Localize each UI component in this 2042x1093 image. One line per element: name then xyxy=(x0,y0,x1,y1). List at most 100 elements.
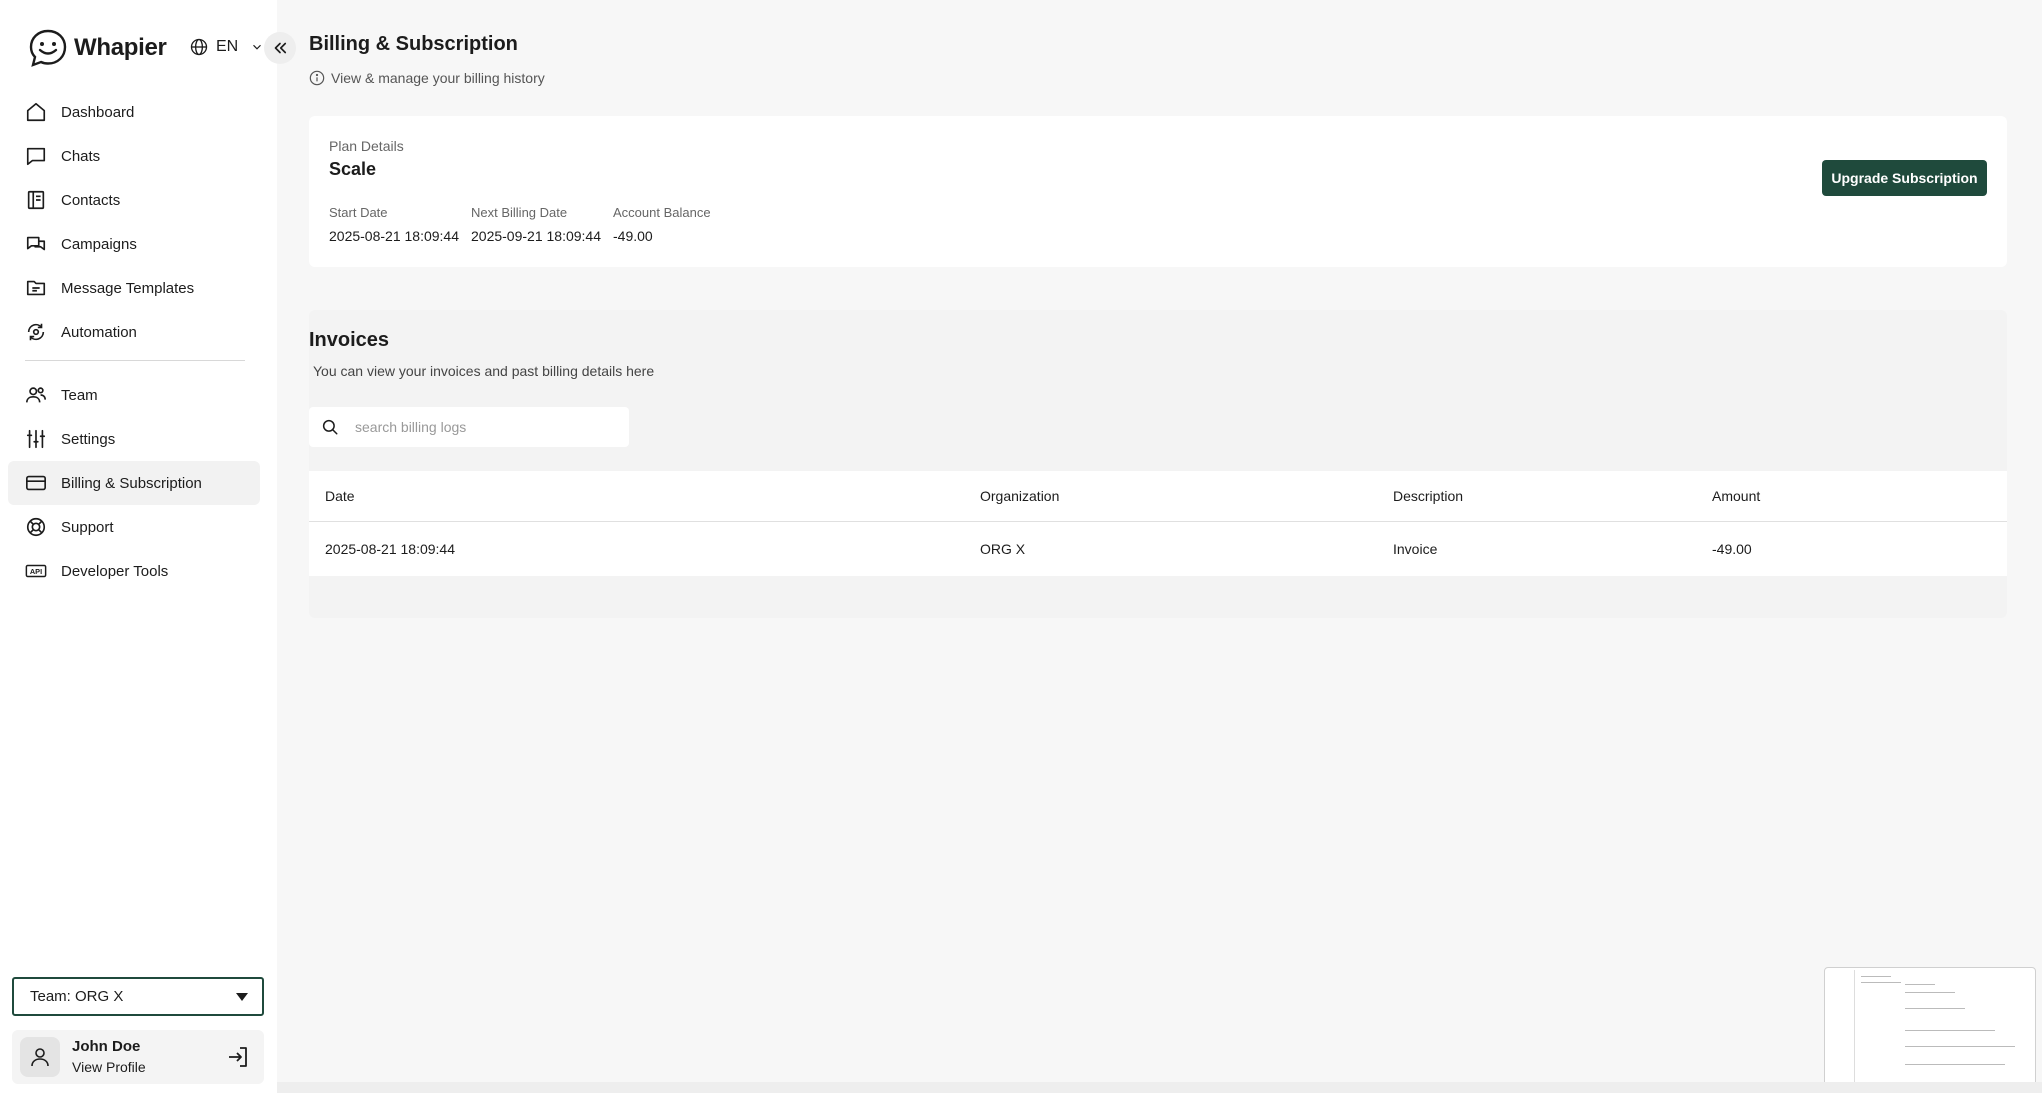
billing-search[interactable] xyxy=(309,407,629,447)
credit-card-icon xyxy=(26,475,46,491)
field-value: 2025-09-21 18:09:44 xyxy=(471,228,601,244)
minimap-sidebar xyxy=(1827,970,1855,1084)
plan-account-balance: Account Balance -49.00 xyxy=(613,204,711,245)
sidebar-item-dashboard[interactable]: Dashboard xyxy=(8,90,260,134)
user-icon xyxy=(31,1048,49,1067)
sidebar-item-label: Automation xyxy=(61,323,137,341)
field-value: 2025-08-21 18:09:44 xyxy=(329,228,459,244)
sidebar-item-settings[interactable]: Settings xyxy=(8,417,260,461)
sliders-icon xyxy=(26,429,46,449)
svg-text:API: API xyxy=(30,567,42,576)
sidebar-item-contacts[interactable]: Contacts xyxy=(8,178,260,222)
sidebar-item-label: Support xyxy=(61,518,114,536)
sidebar-item-label: Message Templates xyxy=(61,279,195,297)
plan-details-label: Plan Details xyxy=(329,138,404,154)
invoices-subtitle: You can view your invoices and past bill… xyxy=(313,363,655,379)
invoices-section: Invoices You can view your invoices and … xyxy=(309,310,2007,618)
minimap-line xyxy=(1905,984,1935,985)
page-title: Billing & Subscription xyxy=(309,33,518,55)
plan-next-billing-date: Next Billing Date 2025-09-21 18:09:44 xyxy=(471,204,601,245)
table-row[interactable]: 2025-08-21 18:09:44 ORG X Invoice -49.00 xyxy=(309,523,2007,575)
sidebar-item-campaigns[interactable]: Campaigns xyxy=(8,222,260,266)
plan-fields: Start Date 2025-08-21 18:09:44 Next Bill… xyxy=(329,204,723,245)
column-header-description[interactable]: Description xyxy=(1393,488,1463,504)
team-select-value: Team: ORG X xyxy=(30,988,124,1005)
automation-icon xyxy=(27,323,45,341)
home-icon xyxy=(26,102,46,122)
field-label: Account Balance xyxy=(613,205,711,220)
plan-start-date: Start Date 2025-08-21 18:09:44 xyxy=(329,204,459,245)
sidebar-item-label: Settings xyxy=(61,430,116,448)
sidebar-item-label: Team xyxy=(61,386,98,404)
minimap-line xyxy=(1905,1008,1965,1009)
info-icon xyxy=(309,70,325,86)
app-name: Whapier xyxy=(74,34,167,61)
user-name: John Doe xyxy=(72,1038,141,1055)
collapse-sidebar-button[interactable] xyxy=(264,32,296,64)
sidebar-item-label: Billing & Subscription xyxy=(61,474,202,492)
sidebar-divider xyxy=(25,360,245,361)
invoices-table: Date Organization Description Amount 202… xyxy=(309,471,2007,576)
plan-name: Scale xyxy=(329,159,377,179)
minimap-line xyxy=(1861,976,1891,977)
sidebar-item-label: Dashboard xyxy=(61,103,135,121)
api-icon: API xyxy=(25,564,47,578)
sidebar-item-label: Developer Tools xyxy=(61,562,169,580)
campaigns-icon xyxy=(26,236,46,251)
template-icon xyxy=(26,280,46,296)
page-minimap[interactable] xyxy=(1824,967,2036,1087)
search-icon xyxy=(322,419,338,435)
cell-date: 2025-08-21 18:09:44 xyxy=(325,541,455,557)
sidebar: Whapier EN Dashboard Chats Contacts Camp… xyxy=(0,0,277,1093)
page-subtitle-text: View & manage your billing history xyxy=(331,70,545,86)
plan-details-card: Plan Details Scale Start Date 2025-08-21… xyxy=(309,116,2007,267)
sidebar-item-chats[interactable]: Chats xyxy=(8,134,260,178)
sidebar-item-automation[interactable]: Automation xyxy=(8,310,260,354)
sidebar-item-team[interactable]: Team xyxy=(8,373,260,417)
cell-organization: ORG X xyxy=(980,541,1026,557)
cell-description: Invoice xyxy=(1393,541,1438,557)
avatar xyxy=(20,1037,60,1077)
smiley-chat-icon xyxy=(29,29,67,67)
chevron-down-icon xyxy=(253,44,262,50)
view-profile-link[interactable]: View Profile xyxy=(72,1057,226,1077)
user-profile[interactable]: John Doe View Profile xyxy=(12,1030,264,1084)
team-icon xyxy=(26,387,46,403)
logout-icon[interactable] xyxy=(226,1045,250,1069)
upgrade-subscription-button[interactable]: Upgrade Subscription xyxy=(1822,160,1987,196)
sidebar-item-billing[interactable]: Billing & Subscription xyxy=(8,461,260,505)
page-subtitle: View & manage your billing history xyxy=(309,70,545,86)
field-label: Start Date xyxy=(329,205,388,220)
field-value: -49.00 xyxy=(613,228,653,244)
column-header-organization[interactable]: Organization xyxy=(980,488,1059,504)
sidebar-nav: Dashboard Chats Contacts Campaigns Messa… xyxy=(8,90,260,593)
team-select[interactable]: Team: ORG X xyxy=(12,977,264,1016)
billing-search-input[interactable] xyxy=(355,419,605,435)
double-chevron-left-icon xyxy=(274,42,287,54)
lifebuoy-icon xyxy=(26,517,46,537)
sidebar-item-label: Campaigns xyxy=(61,235,137,253)
sidebar-item-label: Contacts xyxy=(61,191,121,209)
minimap-line xyxy=(1861,982,1901,983)
column-header-date[interactable]: Date xyxy=(325,488,355,504)
invoices-title: Invoices xyxy=(309,329,390,351)
minimap-line xyxy=(1905,1046,2015,1047)
field-label: Next Billing Date xyxy=(471,205,568,220)
app-logo[interactable]: Whapier xyxy=(28,28,167,68)
language-label: EN xyxy=(216,38,239,55)
language-selector[interactable]: EN xyxy=(190,38,264,56)
sidebar-item-support[interactable]: Support xyxy=(8,505,260,549)
minimap-line xyxy=(1905,992,1955,993)
sidebar-item-message-templates[interactable]: Message Templates xyxy=(8,266,260,310)
minimap-line xyxy=(1905,1030,1995,1031)
horizontal-scrollbar[interactable] xyxy=(277,1082,2042,1093)
caret-down-icon xyxy=(236,992,248,1001)
table-header: Date Organization Description Amount xyxy=(309,471,2007,522)
sidebar-item-developer-tools[interactable]: API Developer Tools xyxy=(8,549,260,593)
column-header-amount[interactable]: Amount xyxy=(1712,488,1760,504)
cell-amount: -49.00 xyxy=(1712,541,1752,557)
minimap-line xyxy=(1905,1064,2005,1065)
contacts-book-icon xyxy=(27,190,45,210)
chat-bubble-icon xyxy=(26,147,46,166)
globe-icon xyxy=(190,38,208,56)
